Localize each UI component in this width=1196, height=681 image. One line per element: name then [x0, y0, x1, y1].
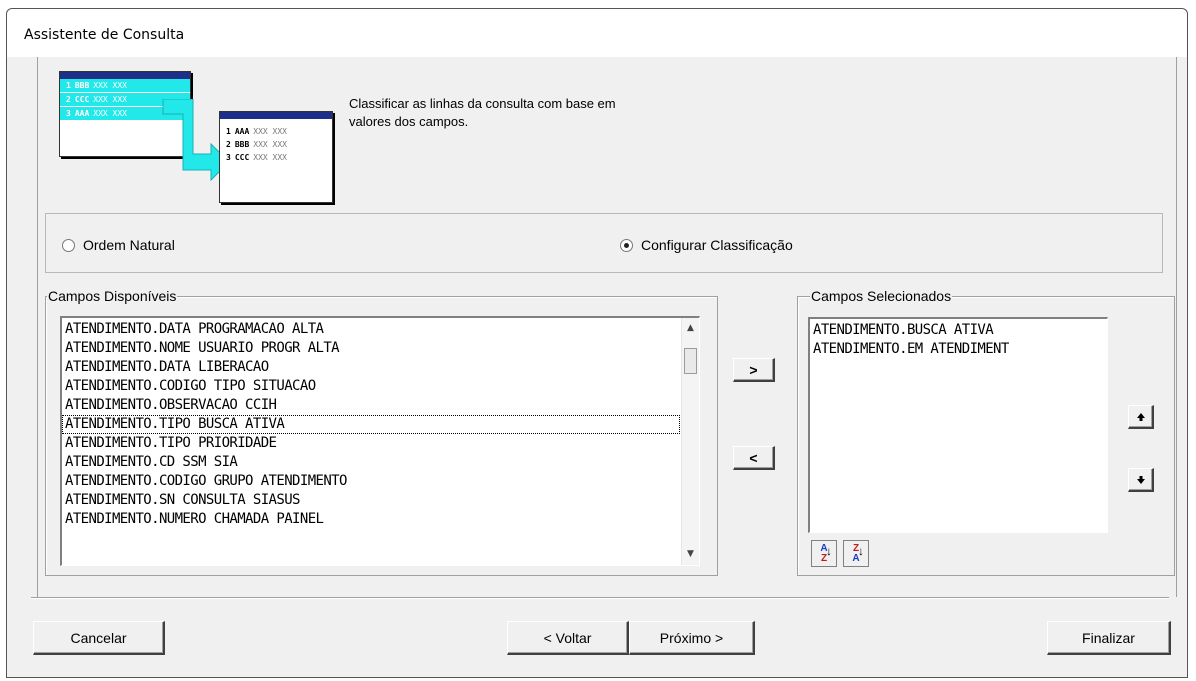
- list-item[interactable]: ATENDIMENTO.OBSERVACAO CCIH: [62, 396, 680, 415]
- illustration-row-num: 2: [226, 140, 231, 149]
- illustration-row-filler: XXX XXX: [93, 109, 127, 118]
- radio-ordem-natural[interactable]: Ordem Natural: [62, 237, 175, 253]
- illustration-row-code: AAA: [234, 127, 250, 136]
- radio-natural-label: Ordem Natural: [83, 237, 175, 253]
- sort-ascending-icon: ↓: [826, 544, 832, 558]
- illustration-row-code: AAA: [74, 109, 90, 118]
- illustration-row-code: CCC: [234, 153, 250, 162]
- arrow-up-icon: [1136, 412, 1145, 421]
- description-line-1: Classificar as linhas da consulta com ba…: [349, 96, 616, 111]
- radio-custom-label: Configurar Classificação: [641, 237, 793, 253]
- illustration-row-filler: XXX XXX: [93, 81, 127, 90]
- illustration-row-filler: XXX XXX: [253, 140, 287, 149]
- list-item[interactable]: ATENDIMENTO.CD SSM SIA: [62, 453, 680, 472]
- list-item[interactable]: ATENDIMENTO.DATA PROGRAMACAO ALTA: [62, 320, 680, 339]
- sort-illustration: 1 BBB XXX XXX 2 CCC XXX XXX 3 AAA XXX XXX 1 AAA XX…: [33, 69, 343, 214]
- list-item[interactable]: ATENDIMENTO.EM ATENDIMENT: [810, 340, 1107, 359]
- query-wizard-window: Assistente de Consulta 1 BBB XXX XXX 2 CCC XX…: [6, 8, 1188, 678]
- scroll-up-icon[interactable]: ▲: [682, 320, 699, 337]
- move-up-button[interactable]: [1128, 405, 1154, 429]
- scroll-down-icon[interactable]: ▼: [682, 546, 699, 563]
- remove-field-button[interactable]: <: [733, 446, 775, 470]
- arrow-down-icon: [1136, 475, 1145, 484]
- sort-ascending-button[interactable]: A Z ↓: [811, 540, 837, 567]
- title-bar: Assistente de Consulta: [7, 9, 1187, 57]
- illustration-row-num: 1: [66, 81, 71, 90]
- list-item[interactable]: ATENDIMENTO.BUSCA ATIVA: [810, 321, 1107, 340]
- illustration-row: 1 AAA XXX XXX: [220, 125, 332, 138]
- illustration-row-num: 2: [66, 95, 71, 104]
- add-field-button[interactable]: >: [733, 358, 775, 382]
- list-item[interactable]: ATENDIMENTO.CODIGO GRUPO ATENDIMENTO: [62, 472, 680, 491]
- selected-fields-list[interactable]: ATENDIMENTO.BUSCA ATIVA ATENDIMENTO.EM AT…: [808, 317, 1108, 533]
- illustration-row-code: BBB: [74, 81, 90, 90]
- available-fields-group: Campos Disponíveis ATENDIMENTO.DATA PROG…: [45, 288, 718, 576]
- list-item[interactable]: ATENDIMENTO.TIPO PRIORIDADE: [62, 434, 680, 453]
- cancel-button[interactable]: Cancelar: [33, 621, 165, 655]
- illustration-row-filler: XXX XXX: [93, 95, 127, 104]
- footer-separator: [31, 597, 1169, 599]
- window-title: Assistente de Consulta: [24, 27, 185, 43]
- list-item[interactable]: ATENDIMENTO.SN CONSULTA SIASUS: [62, 491, 680, 510]
- back-button[interactable]: < Voltar: [507, 621, 629, 655]
- radio-custom-indicator[interactable]: [620, 238, 633, 252]
- sorted-card: 1 AAA XXX XXX 2 BBB XXX XXX 3 CCC XXX XXX: [219, 111, 333, 203]
- list-item[interactable]: ATENDIMENTO.DATA LIBERACAO: [62, 358, 680, 377]
- sort-descending-button[interactable]: Z A ↓: [843, 540, 869, 567]
- illustration-row: 2 BBB XXX XXX: [220, 138, 332, 151]
- illustration-row-filler: XXX XXX: [253, 127, 287, 136]
- scroll-thumb[interactable]: [684, 348, 697, 374]
- illustration-row-filler: XXX XXX: [253, 153, 287, 162]
- illustration-row-code: BBB: [234, 140, 250, 149]
- selected-fields-group: Campos Selecionados ATENDIMENTO.BUSCA AT…: [797, 288, 1175, 576]
- illustration-row-num: 3: [66, 109, 71, 118]
- selected-fields-label: Campos Selecionados: [810, 288, 953, 304]
- available-fields-label: Campos Disponíveis: [47, 288, 178, 304]
- available-list-scrollbar[interactable]: ▲ ▼: [681, 318, 699, 565]
- finish-button[interactable]: Finalizar: [1047, 621, 1171, 655]
- illustration-row-num: 1: [226, 127, 231, 136]
- sort-descending-icon: ↓: [858, 544, 864, 558]
- list-item[interactable]: ATENDIMENTO.CODIGO TIPO SITUACAO: [62, 377, 680, 396]
- next-button[interactable]: Próximo >: [629, 621, 755, 655]
- illustration-row-code: CCC: [74, 95, 90, 104]
- illustration-row-num: 3: [226, 153, 231, 162]
- available-fields-list[interactable]: ATENDIMENTO.DATA PROGRAMACAO ALTA ATENDIM…: [60, 316, 700, 566]
- order-mode-panel: Ordem Natural Configurar Classificação: [45, 213, 1163, 273]
- illustration-row: 3 CCC XXX XXX: [220, 151, 332, 164]
- step-description: Classificar as linhas da consulta com ba…: [349, 95, 616, 131]
- list-item[interactable]: ATENDIMENTO.NOME USUARIO PROGR ALTA: [62, 339, 680, 358]
- description-line-2: valores dos campos.: [349, 114, 469, 129]
- list-item[interactable]: ATENDIMENTO.NUMERO CHAMADA PAINEL: [62, 510, 680, 529]
- list-item[interactable]: ATENDIMENTO.TIPO BUSCA ATIVA: [62, 415, 680, 434]
- illustration-row: 1 BBB XXX XXX: [60, 79, 190, 93]
- radio-natural-indicator[interactable]: [62, 238, 75, 252]
- radio-configurar-classificacao[interactable]: Configurar Classificação: [620, 237, 793, 253]
- move-down-button[interactable]: [1128, 468, 1154, 492]
